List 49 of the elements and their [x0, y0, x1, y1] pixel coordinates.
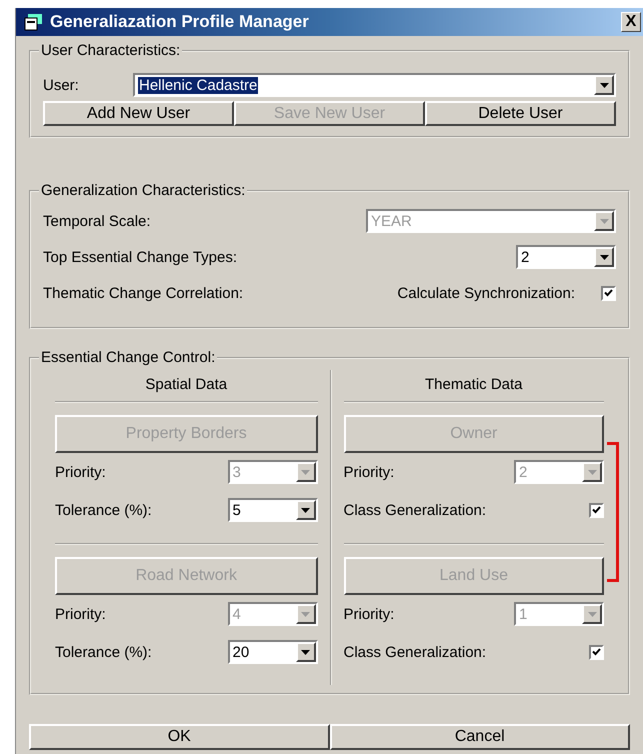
caret-icon [301, 470, 310, 474]
field-label: Top Essential Change Types: [43, 248, 238, 266]
caret-icon [600, 218, 608, 224]
checkbox[interactable] [589, 502, 604, 518]
dialog-button[interactable]: Cancel [330, 724, 630, 750]
selected-text: Hellenic Cadastre [138, 76, 258, 94]
column-heading: Spatial Data [55, 370, 318, 403]
checkbox[interactable] [589, 644, 604, 660]
checkbox-label: Class Generalization: [344, 502, 488, 518]
checkmark-icon [592, 648, 601, 656]
field-label: Priority: [344, 464, 396, 480]
field-label: Temporal Scale: [43, 212, 152, 230]
dropdown-button[interactable] [296, 642, 316, 662]
dropdown[interactable]: 20 [228, 640, 318, 664]
caret-icon [588, 612, 596, 616]
user-label: User: [43, 76, 80, 94]
close-button[interactable]: X [621, 12, 641, 32]
app-icon [24, 13, 44, 31]
caret-icon [301, 650, 310, 654]
checkmark-icon [604, 289, 613, 297]
caret-icon [600, 254, 608, 260]
caret-icon [301, 612, 310, 616]
caret-icon [301, 508, 310, 512]
window-title: Generaliazation Profile Manager [50, 12, 310, 32]
dropdown[interactable]: 2 [516, 245, 616, 269]
dropdown-button[interactable] [594, 247, 614, 267]
checkmark-icon [592, 506, 601, 514]
group-title: User Characteristics: [40, 42, 182, 59]
field-label: Tolerance (%): [55, 502, 153, 518]
dialog-button[interactable]: OK [29, 724, 330, 750]
group-title: Essential Change Control: [40, 349, 216, 366]
field-label: Priority: [55, 606, 107, 622]
user-action-button[interactable]: Add New User [43, 101, 234, 126]
caret-icon [600, 82, 608, 88]
checkbox-label: Class Generalization: [344, 644, 488, 660]
checkbox[interactable] [601, 286, 616, 300]
field-label: Thematic Change Correlation: [43, 284, 244, 302]
field-label: Priority: [344, 606, 396, 622]
field-label: Tolerance (%): [55, 644, 153, 660]
dropdown-button[interactable] [296, 500, 316, 520]
user-action-button[interactable]: Delete User [425, 101, 616, 126]
checkbox-label: Calculate Synchronization: [397, 284, 575, 302]
user-dropdown[interactable]: Hellenic Cadastre [133, 73, 616, 97]
field-label: Priority: [55, 464, 107, 480]
dropdown-button[interactable] [594, 75, 614, 95]
caret-icon [588, 470, 596, 474]
column-heading: Thematic Data [344, 370, 604, 403]
dropdown[interactable]: 5 [228, 498, 318, 522]
group-title: Generalization Characteristics: [40, 182, 246, 199]
